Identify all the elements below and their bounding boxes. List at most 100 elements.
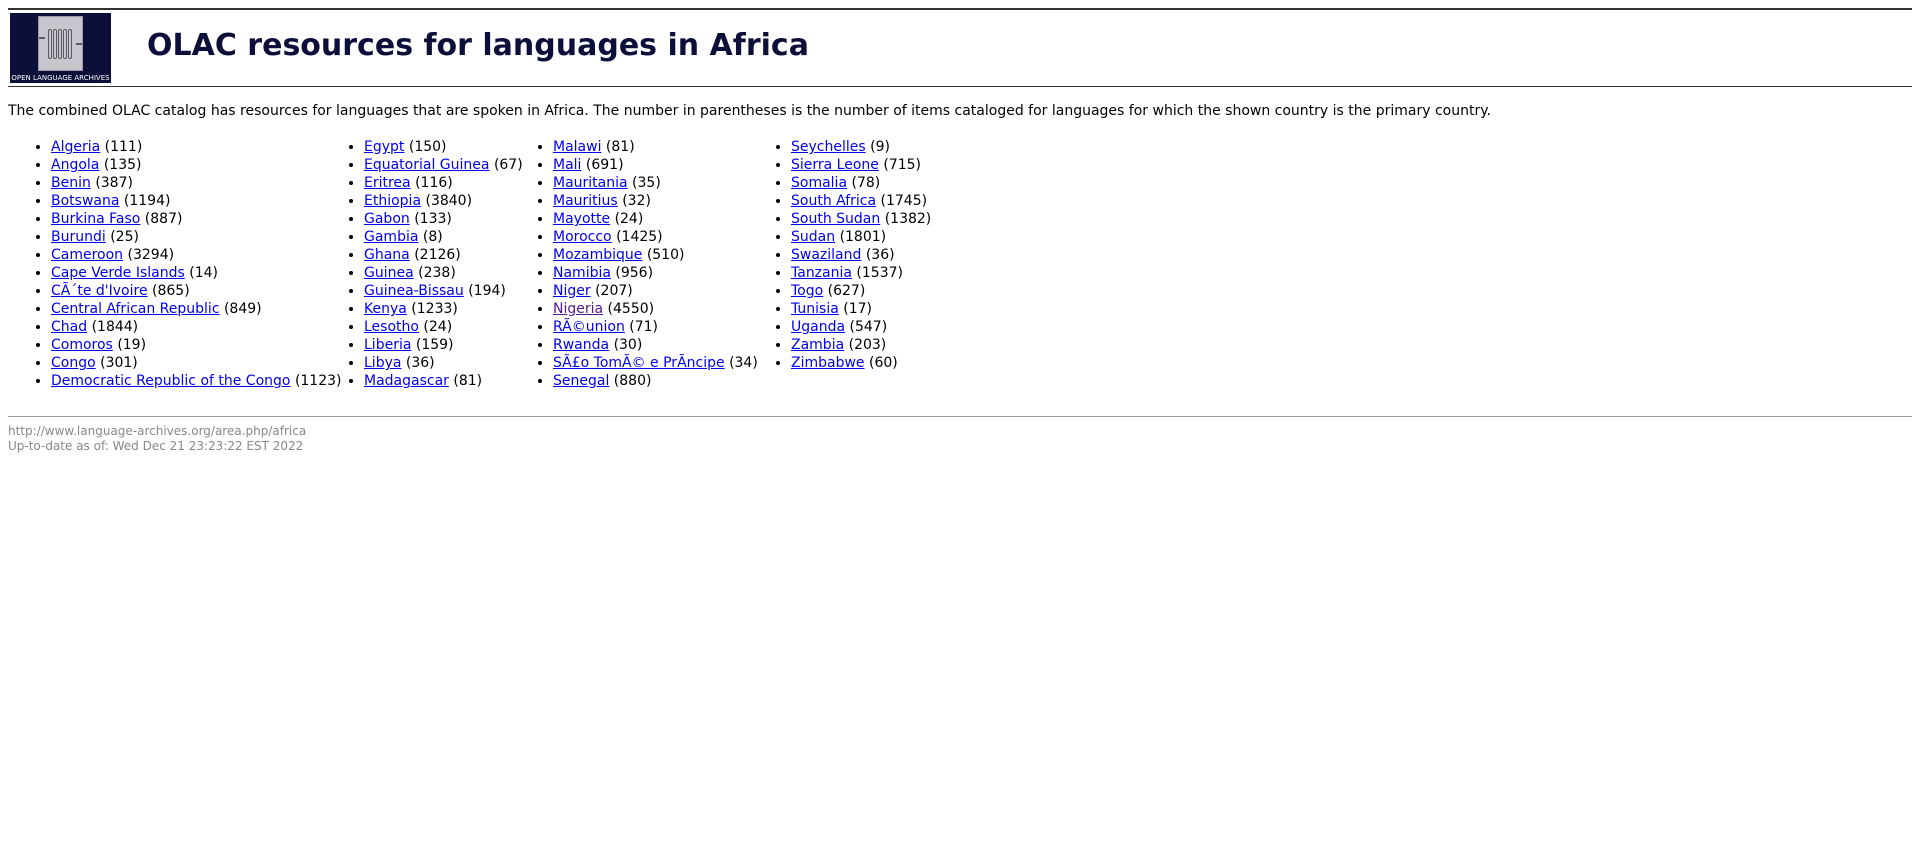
country-list-item: Somalia (78) (791, 174, 931, 192)
country-link[interactable]: Guinea-Bissau (364, 283, 464, 299)
country-link[interactable]: Nigeria (553, 301, 603, 317)
country-count: (887) (144, 211, 183, 227)
country-list-item: Mayotte (24) (553, 210, 758, 228)
country-link[interactable]: South Sudan (791, 211, 880, 227)
country-link[interactable]: Botswana (51, 193, 119, 209)
country-count: (1537) (856, 265, 903, 281)
country-count: (1233) (411, 301, 458, 317)
country-link[interactable]: Lesotho (364, 319, 419, 335)
country-link[interactable]: Mali (553, 157, 581, 173)
country-link[interactable]: Namibia (553, 265, 611, 281)
country-count: (133) (414, 211, 452, 227)
country-link[interactable]: Egypt (364, 139, 404, 155)
country-list-item: Guinea (238) (364, 264, 523, 282)
country-count: (510) (646, 247, 685, 263)
country-list-item: Rwanda (30) (553, 336, 758, 354)
country-list-item: Namibia (956) (553, 264, 758, 282)
country-link[interactable]: Tanzania (791, 265, 852, 281)
country-list-item: Mali (691) (553, 156, 758, 174)
country-list-item: Togo (627) (791, 282, 931, 300)
country-link[interactable]: CÃ´te d'Ivoire (51, 283, 148, 299)
country-link[interactable]: Ghana (364, 247, 410, 263)
country-link[interactable]: Morocco (553, 229, 612, 245)
country-link[interactable]: Mauritius (553, 193, 618, 209)
country-link[interactable]: Somalia (791, 175, 847, 191)
country-link[interactable]: Mauritania (553, 175, 628, 191)
country-link[interactable]: Seychelles (791, 139, 866, 155)
country-list-item: Comoros (19) (51, 336, 342, 354)
country-count: (9) (870, 139, 890, 155)
country-count: (30) (613, 337, 643, 353)
country-link[interactable]: Angola (51, 157, 99, 173)
country-link[interactable]: Burundi (51, 229, 106, 245)
country-list-item: Cameroon (3294) (51, 246, 342, 264)
country-link[interactable]: Ethiopia (364, 193, 421, 209)
country-link[interactable]: Cape Verde Islands (51, 265, 185, 281)
country-link[interactable]: Gambia (364, 229, 418, 245)
country-list-item: RÃ©union (71) (553, 318, 758, 336)
country-link[interactable]: Congo (51, 355, 96, 371)
country-list-item: Cape Verde Islands (14) (51, 264, 342, 282)
country-link[interactable]: Eritrea (364, 175, 411, 191)
country-link[interactable]: RÃ©union (553, 319, 625, 335)
country-column-1: Algeria (111)Angola (135)Benin (387)Bots… (8, 138, 342, 390)
country-count: (135) (103, 157, 142, 173)
country-link[interactable]: Guinea (364, 265, 414, 281)
country-link[interactable]: Zambia (791, 337, 844, 353)
country-link[interactable]: Sierra Leone (791, 157, 879, 173)
country-list-item: Equatorial Guinea (67) (364, 156, 523, 174)
country-link[interactable]: Cameroon (51, 247, 123, 263)
country-link[interactable]: Sudan (791, 229, 835, 245)
country-link[interactable]: Togo (791, 283, 823, 299)
country-count: (35) (632, 175, 661, 191)
country-list-item: Lesotho (24) (364, 318, 523, 336)
country-count: (3294) (127, 247, 175, 263)
country-count: (36) (865, 247, 895, 263)
country-list-item: Botswana (1194) (51, 192, 342, 210)
country-list-item: Central African Republic (849) (51, 300, 342, 318)
country-list-item: Algeria (111) (51, 138, 342, 156)
country-count: (547) (849, 319, 888, 335)
country-link[interactable]: Senegal (553, 373, 609, 389)
country-list-item: Guinea-Bissau (194) (364, 282, 523, 300)
footer-updated: Up-to-date as of: Wed Dec 21 23:23:22 ES… (8, 439, 304, 453)
country-link[interactable]: Madagascar (364, 373, 449, 389)
country-link[interactable]: Swaziland (791, 247, 861, 263)
country-link[interactable]: Mozambique (553, 247, 642, 263)
country-list-item: Eritrea (116) (364, 174, 523, 192)
country-count: (3840) (425, 193, 473, 209)
country-link[interactable]: Kenya (364, 301, 407, 317)
country-link[interactable]: Rwanda (553, 337, 609, 353)
country-count: (956) (615, 265, 654, 281)
country-link[interactable]: SÃ£o TomÃ© e PrÃ­ncipe (553, 355, 725, 371)
country-count: (25) (110, 229, 139, 245)
country-count: (865) (152, 283, 190, 299)
country-count: (17) (843, 301, 873, 317)
country-link[interactable]: Comoros (51, 337, 113, 353)
country-link[interactable]: Algeria (51, 139, 100, 155)
country-link[interactable]: Gabon (364, 211, 410, 227)
country-count: (4550) (607, 301, 655, 317)
country-count: (1382) (884, 211, 932, 227)
country-link[interactable]: Zimbabwe (791, 355, 865, 371)
country-list-item: Burundi (25) (51, 228, 342, 246)
country-link[interactable]: Mayotte (553, 211, 610, 227)
country-link[interactable]: Equatorial Guinea (364, 157, 489, 173)
country-link[interactable]: Burkina Faso (51, 211, 140, 227)
country-link[interactable]: Tunisia (791, 301, 839, 317)
country-list-item: Mauritania (35) (553, 174, 758, 192)
olac-logo[interactable]: OPEN LANGUAGE ARCHIVES (10, 13, 111, 83)
country-link[interactable]: Central African Republic (51, 301, 220, 317)
country-count: (301) (100, 355, 138, 371)
country-link[interactable]: Niger (553, 283, 591, 299)
country-link[interactable]: Uganda (791, 319, 845, 335)
country-link[interactable]: Malawi (553, 139, 601, 155)
country-link[interactable]: South Africa (791, 193, 876, 209)
country-link[interactable]: Benin (51, 175, 91, 191)
country-count: (238) (418, 265, 456, 281)
country-link[interactable]: Chad (51, 319, 87, 335)
country-link[interactable]: Libya (364, 355, 401, 371)
country-link[interactable]: Liberia (364, 337, 411, 353)
country-link[interactable]: Democratic Republic of the Congo (51, 373, 290, 389)
country-count: (1745) (880, 193, 928, 209)
